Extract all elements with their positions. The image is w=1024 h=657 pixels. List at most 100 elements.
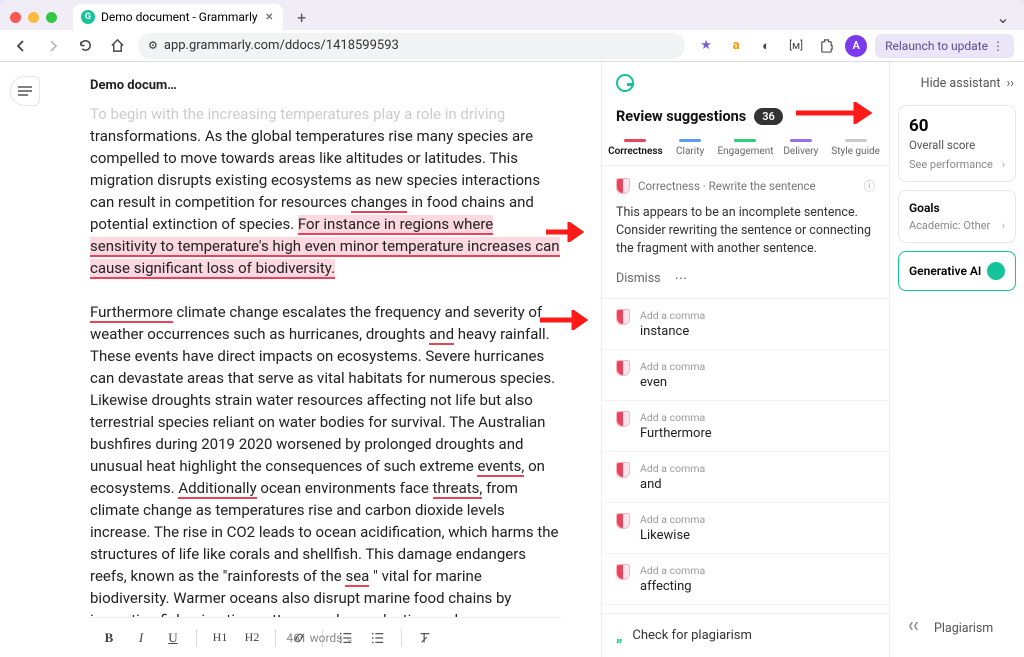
menu-dots-icon: ⋮ <box>992 39 1004 53</box>
hide-assistant-button[interactable]: Hide assistant ›› <box>890 62 1024 105</box>
relaunch-label: Relaunch to update <box>885 39 988 53</box>
underline-sea[interactable]: sea <box>345 567 369 587</box>
url-input[interactable]: ⚙ app.grammarly.com/ddocs/1418599593 <box>138 33 685 59</box>
close-tab-icon[interactable]: × <box>264 9 275 25</box>
back-button[interactable] <box>10 35 32 57</box>
text-faded: To begin with the increasing temperature… <box>90 105 505 123</box>
underline-and[interactable]: and <box>429 325 454 345</box>
suggestion-item[interactable]: Add a commainstance <box>602 299 889 350</box>
ext-icon-1[interactable]: a <box>725 35 747 57</box>
new-tab-button[interactable]: + <box>289 8 314 27</box>
suggestion-item[interactable]: Rephraselife <box>602 605 889 613</box>
window-close[interactable] <box>10 12 21 23</box>
review-header: Review suggestions 36 <box>602 98 889 133</box>
underline-threats[interactable]: threats, <box>433 479 483 499</box>
correctness-shield-icon <box>616 360 630 376</box>
app-body: Demo docum… To begin with the increasing… <box>0 62 1024 657</box>
window-maximize[interactable] <box>46 12 57 23</box>
detail-text: This appears to be an incomplete sentenc… <box>616 204 875 258</box>
bookmark-icon[interactable]: ★ <box>695 35 717 57</box>
grammarly-icon <box>616 74 634 92</box>
ext-icon-3[interactable]: [м] <box>785 35 807 57</box>
assistant-logo <box>602 62 889 98</box>
suggestion-item[interactable]: Add a commaLikewise <box>602 503 889 554</box>
correctness-shield-icon <box>616 178 630 194</box>
score-card[interactable]: 60 Overall score See performance› <box>898 105 1016 182</box>
suggestion-item[interactable]: Add a commaaffecting <box>602 554 889 605</box>
chevron-right-icon: ›› <box>1006 76 1014 91</box>
dismiss-button[interactable]: Dismiss <box>616 271 661 286</box>
home-button[interactable] <box>106 35 128 57</box>
review-title: Review suggestions <box>616 108 746 125</box>
browser-chrome: G Demo document - Grammarly × + ⌄ ⚙ app.… <box>0 0 1024 62</box>
word-count[interactable]: 461 words ⌄ <box>286 631 354 645</box>
reload-button[interactable] <box>74 35 96 57</box>
underline-additionally[interactable]: Additionally <box>178 479 256 499</box>
menu-button[interactable] <box>10 76 40 106</box>
document-body[interactable]: To begin with the increasing temperature… <box>90 103 561 617</box>
correctness-shield-icon <box>616 309 630 325</box>
bold-button[interactable]: B <box>100 630 118 646</box>
underline-furthermore[interactable]: Furthermore <box>90 303 173 323</box>
window-dropdown[interactable]: ⌄ <box>992 6 1014 28</box>
clear-format-button[interactable] <box>416 631 434 645</box>
ext-icon-2[interactable]: ◐ <box>755 35 777 57</box>
suggestion-item[interactable]: Add a commaeven <box>602 350 889 401</box>
address-bar: ⚙ app.grammarly.com/ddocs/1418599593 ★ a… <box>0 30 1024 62</box>
correctness-shield-icon <box>616 513 630 529</box>
editor-pane: Demo docum… To begin with the increasing… <box>40 62 601 657</box>
window-minimize[interactable] <box>28 12 39 23</box>
tab-title: Demo document - Grammarly <box>101 10 258 24</box>
goals-card[interactable]: Goals Academic: Other › <box>898 190 1016 243</box>
correctness-shield-icon <box>616 411 630 427</box>
h2-button[interactable]: H2 <box>243 630 261 645</box>
tab-style-guide[interactable]: Style guide <box>828 133 883 165</box>
text: heavy rainfall. These events have direct… <box>90 325 555 475</box>
left-gutter <box>0 62 40 657</box>
genai-label: Generative AI <box>909 264 981 278</box>
underline-events[interactable]: events, <box>477 457 524 477</box>
generative-ai-card[interactable]: Generative AI <box>898 251 1016 291</box>
plagiarism-icon <box>908 619 926 637</box>
more-options-icon[interactable]: ⋯ <box>675 270 688 286</box>
goals-title: Goals <box>909 201 1005 215</box>
site-settings-icon[interactable]: ⚙ <box>148 39 158 52</box>
tab-clarity[interactable]: Clarity <box>663 133 718 165</box>
tab-delivery[interactable]: Delivery <box>774 133 829 165</box>
document-title[interactable]: Demo docum… <box>90 62 561 103</box>
underline-button[interactable]: U <box>164 630 182 646</box>
suggestion-item[interactable]: Add a commaFurthermore <box>602 401 889 452</box>
check-plagiarism-button[interactable]: „ Check for plagiarism <box>602 613 889 657</box>
plagiarism-label: Plagiarism <box>934 621 993 636</box>
underline-changes[interactable]: changes <box>351 193 408 213</box>
url-text: app.grammarly.com/ddocs/1418599593 <box>164 38 399 53</box>
plagiarism-button[interactable]: Plagiarism <box>898 607 1016 649</box>
right-sidebar: Hide assistant ›› 60 Overall score See p… <box>889 62 1024 657</box>
overall-score-value: 60 <box>909 116 1005 136</box>
italic-button[interactable]: I <box>132 630 150 646</box>
see-performance-link[interactable]: See performance <box>909 158 993 171</box>
suggestion-count-badge: 36 <box>754 108 783 125</box>
h1-button[interactable]: H1 <box>211 630 229 645</box>
quotes-icon: „ <box>616 626 622 645</box>
forward-button[interactable] <box>42 35 64 57</box>
text: ocean environments face <box>257 479 433 497</box>
grammarly-favicon: G <box>81 10 95 24</box>
plagiarism-label: Check for plagiarism <box>632 628 751 643</box>
overall-score-label: Overall score <box>909 138 1005 152</box>
suggestion-item[interactable]: Add a commaand <box>602 452 889 503</box>
tab-engagement[interactable]: Engagement <box>717 133 773 165</box>
tab-bar: G Demo document - Grammarly × + ⌄ <box>0 0 1024 30</box>
profile-avatar[interactable]: A <box>845 35 867 57</box>
correctness-shield-icon <box>616 564 630 580</box>
suggestion-list: Add a commainstance Add a commaeven Add … <box>602 299 889 613</box>
browser-tab[interactable]: G Demo document - Grammarly × <box>73 4 283 30</box>
goals-value: Academic: Other <box>909 219 990 232</box>
suggestion-detail: Correctness · Rewrite the sentence ⓘ Thi… <box>602 166 889 299</box>
info-icon[interactable]: ⓘ <box>864 178 876 194</box>
relaunch-button[interactable]: Relaunch to update ⋮ <box>875 34 1014 58</box>
bullet-list-button[interactable] <box>369 631 387 645</box>
extensions-icon[interactable] <box>815 35 837 57</box>
chevron-right-icon: › <box>1002 219 1005 232</box>
tab-correctness[interactable]: Correctness <box>608 133 663 165</box>
